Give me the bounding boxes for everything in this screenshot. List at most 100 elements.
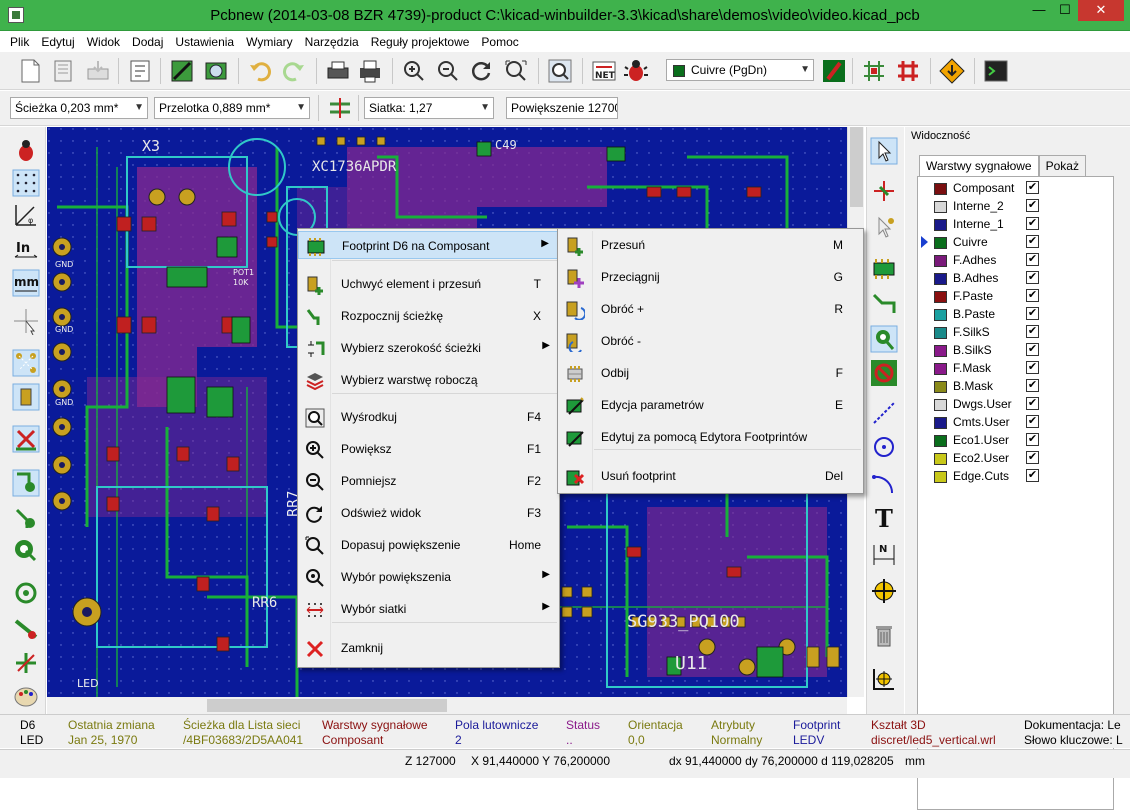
auto-delete-track-icon[interactable] — [12, 425, 40, 453]
layer-row[interactable]: Composant ✔ — [921, 180, 1111, 198]
layer-visible-checkbox[interactable]: ✔ — [1026, 253, 1039, 266]
grid-select[interactable]: Siatka: 1,27 ▼ — [364, 97, 494, 119]
context-menu-item[interactable]: Footprint D6 na Composant ▶ — [298, 231, 559, 259]
add-arc-icon[interactable] — [870, 469, 898, 497]
layer-row[interactable]: Edge.Cuts ✔ — [921, 468, 1111, 486]
layer-row[interactable]: Eco1.User ✔ — [921, 432, 1111, 450]
layer-color-swatch[interactable] — [934, 219, 947, 231]
units-inch-icon[interactable]: In — [12, 235, 40, 263]
open-board-icon[interactable] — [50, 57, 78, 85]
via-sketch-icon[interactable] — [12, 505, 40, 533]
context-menu-item[interactable]: Wybór powiększenia ▶ — [298, 563, 559, 591]
menu-narzedzia[interactable]: Narzędzia — [305, 35, 359, 49]
context-menu-item[interactable]: Wybór siatki ▶ — [298, 595, 559, 623]
page-settings-icon[interactable] — [126, 57, 154, 85]
layer-color-swatch[interactable] — [934, 453, 947, 465]
tab-show[interactable]: Pokaż — [1038, 155, 1086, 176]
units-mm-icon[interactable]: mm — [12, 269, 40, 297]
pad-sketch-icon[interactable] — [12, 469, 40, 497]
vertical-scroll-thumb[interactable] — [850, 127, 863, 207]
palette-icon[interactable] — [12, 683, 40, 711]
menu-widok[interactable]: Widok — [87, 35, 120, 49]
menu-dodaj[interactable]: Dodaj — [132, 35, 163, 49]
redo-icon[interactable] — [280, 57, 308, 85]
scripting-console-icon[interactable] — [982, 57, 1010, 85]
layer-color-swatch[interactable] — [934, 345, 947, 357]
submenu-item[interactable]: Przesuń M — [558, 231, 863, 259]
layer-visible-checkbox[interactable]: ✔ — [1026, 433, 1039, 446]
context-menu-item[interactable]: Rozpocznij ścieżkę X — [298, 302, 559, 330]
context-menu-item[interactable]: Wyśrodkuj F4 — [298, 403, 559, 431]
save-board-icon[interactable] — [84, 57, 112, 85]
context-menu-item[interactable]: Pomniejsz F2 — [298, 467, 559, 495]
layer-row[interactable]: B.Mask ✔ — [921, 378, 1111, 396]
layer-color-swatch[interactable] — [934, 255, 947, 267]
context-menu-item[interactable]: Uchwyć element i przesuń T — [298, 270, 559, 298]
auto-track-width-icon[interactable] — [326, 94, 354, 122]
layer-visible-checkbox[interactable]: ✔ — [1026, 181, 1039, 194]
layer-visible-checkbox[interactable]: ✔ — [1026, 469, 1039, 482]
zoom-out-icon[interactable] — [434, 57, 462, 85]
layer-visible-checkbox[interactable]: ✔ — [1026, 361, 1039, 374]
layer-color-swatch[interactable] — [934, 327, 947, 339]
layer-row[interactable]: Cuivre ✔ — [921, 234, 1111, 252]
redraw-icon[interactable] — [468, 57, 496, 85]
layer-color-swatch[interactable] — [934, 363, 947, 375]
layer-pair-icon[interactable] — [820, 57, 848, 85]
footprint-viewer-icon[interactable] — [202, 57, 230, 85]
zoom-in-icon[interactable] — [400, 57, 428, 85]
layer-row[interactable]: B.Paste ✔ — [921, 306, 1111, 324]
layer-color-swatch[interactable] — [934, 381, 947, 393]
module-ratsnest-icon[interactable] — [12, 383, 40, 411]
layer-visible-checkbox[interactable]: ✔ — [1026, 199, 1039, 212]
add-dimension-icon[interactable]: N — [870, 541, 898, 569]
layer-visible-checkbox[interactable]: ✔ — [1026, 217, 1039, 230]
track-width-select[interactable]: Ścieżka 0,203 mm* ▼ — [10, 97, 148, 119]
autoplace-icon[interactable] — [860, 57, 888, 85]
undo-icon[interactable] — [246, 57, 274, 85]
highlight-net-icon[interactable] — [870, 177, 898, 205]
submenu-item[interactable]: Edycja parametrów E — [558, 391, 863, 419]
submenu-item[interactable]: Przeciągnij G — [558, 263, 863, 291]
warning-icon[interactable] — [938, 57, 966, 85]
horizontal-scrollbar[interactable] — [47, 697, 847, 714]
layer-row[interactable]: F.Adhes ✔ — [921, 252, 1111, 270]
select-arrow-icon[interactable] — [870, 137, 898, 165]
add-footprint-icon[interactable] — [870, 255, 898, 283]
print-icon[interactable] — [324, 57, 352, 85]
show-ratsnest-icon[interactable] — [12, 349, 40, 377]
cursor-shape-icon[interactable] — [12, 307, 40, 335]
context-menu-item[interactable]: Zamknij — [298, 634, 559, 662]
layer-color-swatch[interactable] — [934, 471, 947, 483]
context-menu-item[interactable]: Dopasuj powiększenie Home — [298, 531, 559, 559]
zoom-fit-icon[interactable] — [502, 57, 530, 85]
menu-pomoc[interactable]: Pomoc — [481, 35, 518, 49]
add-keepout-icon[interactable] — [870, 359, 898, 387]
add-via-icon[interactable] — [870, 325, 898, 353]
layer-color-swatch[interactable] — [934, 237, 947, 249]
layer-color-swatch[interactable] — [934, 309, 947, 321]
layer-visible-checkbox[interactable]: ✔ — [1026, 379, 1039, 392]
set-origin-icon[interactable] — [870, 665, 898, 693]
menu-plik[interactable]: Plik — [10, 35, 29, 49]
minimize-button[interactable]: — — [1026, 0, 1052, 21]
menu-ustawienia[interactable]: Ustawienia — [175, 35, 234, 49]
context-menu-item[interactable]: Wybierz warstwę roboczą — [298, 366, 559, 394]
track-sketch-icon[interactable] — [12, 537, 40, 565]
layer-visible-checkbox[interactable]: ✔ — [1026, 397, 1039, 410]
submenu-item[interactable]: Usuń footprint Del — [558, 462, 863, 490]
tab-signal-layers[interactable]: Warstwy sygnałowe — [919, 155, 1039, 176]
via-size-select[interactable]: Przelotka 0,889 mm* ▼ — [154, 97, 310, 119]
drc-icon[interactable] — [622, 57, 650, 85]
add-target-icon[interactable] — [870, 577, 898, 605]
add-circle-icon[interactable] — [870, 433, 898, 461]
layer-row[interactable]: Cmts.User ✔ — [921, 414, 1111, 432]
zone-sketch-icon[interactable] — [12, 579, 40, 607]
layer-row[interactable]: F.Mask ✔ — [921, 360, 1111, 378]
layer-color-swatch[interactable] — [934, 273, 947, 285]
zoom-select[interactable]: Powiększenie 127000 — [506, 97, 618, 119]
plot-icon[interactable] — [356, 57, 384, 85]
layer-color-swatch[interactable] — [934, 183, 947, 195]
local-ratsnest-icon[interactable] — [870, 213, 898, 241]
layer-color-swatch[interactable] — [934, 435, 947, 447]
